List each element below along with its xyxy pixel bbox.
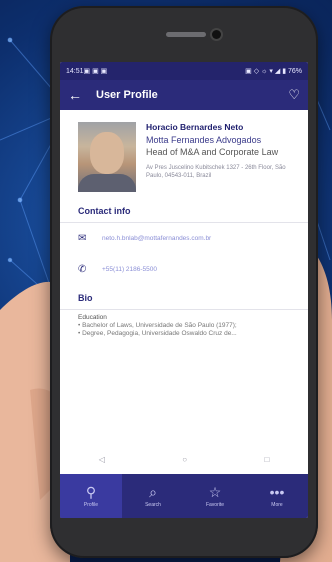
avatar-face <box>90 132 124 174</box>
app-bar: ← User Profile ♡ <box>60 80 308 110</box>
profile-name: Horacio Bernardes Neto <box>146 122 244 132</box>
tab-favorite[interactable]: ☆ Favorite <box>184 474 246 518</box>
bottom-tab-bar: ⚲ Profile ⌕ Search ☆ Favorite ••• More <box>60 474 308 518</box>
search-icon: ⌕ <box>149 484 157 500</box>
email-row[interactable]: ✉ neto.h.bnlab@mottafernandes.com.br <box>60 223 308 254</box>
profile-header: Horacio Bernardes Neto Motta Fernandes A… <box>60 110 308 198</box>
phone-icon: ✆ <box>78 264 87 275</box>
back-arrow-icon[interactable]: ← <box>68 87 88 103</box>
app-screen: 14:51 ▣ ▣ ▣ ▣ ◇ ☼ ▾ ◢ ▮ 76% ← User Profi… <box>60 62 308 518</box>
tab-more[interactable]: ••• More <box>246 474 308 518</box>
phone-value[interactable]: +55(11) 2186-5500 <box>102 266 157 273</box>
bio-text: Education • Bachelor of Laws, Universida… <box>60 310 308 342</box>
profile-address: Av Pres Juscelino Kubitschek 1327 - 26th… <box>146 165 286 179</box>
star-icon: ☆ <box>208 484 222 500</box>
status-icons-left: ▣ ▣ ▣ <box>83 68 108 75</box>
avatar <box>78 122 136 192</box>
tab-profile[interactable]: ⚲ Profile <box>60 474 122 518</box>
tab-label: More <box>271 502 283 508</box>
tab-label: Search <box>145 502 161 508</box>
bio-line-1: • Bachelor of Laws, Universidade de São … <box>78 322 237 329</box>
bio-label: Education <box>78 314 107 321</box>
profile-role: Head of M&A and Corporate Law <box>146 147 279 157</box>
mail-icon: ✉ <box>78 233 87 244</box>
tab-search[interactable]: ⌕ Search <box>122 474 184 518</box>
status-icons-right: ▣ ◇ ☼ ▾ ◢ ▮ 76% <box>245 68 302 75</box>
avatar-shirt <box>78 174 136 192</box>
contact-heading: Contact info <box>60 198 308 223</box>
bio-line-2: • Degree, Pedagogia, Universidade Oswald… <box>78 330 237 337</box>
nav-recents-icon[interactable]: □ <box>264 455 269 464</box>
more-icon: ••• <box>269 484 285 500</box>
tab-label: Profile <box>83 502 99 508</box>
profile-icon: ⚲ <box>85 484 97 500</box>
tab-label: Favorite <box>205 502 225 508</box>
page-title: User Profile <box>96 89 158 101</box>
status-bar: 14:51 ▣ ▣ ▣ ▣ ◇ ☼ ▾ ◢ ▮ 76% <box>60 62 308 80</box>
phone-row[interactable]: ✆ +55(11) 2186-5500 <box>60 254 308 285</box>
profile-company: Motta Fernandes Advogados <box>146 135 262 145</box>
nav-home-icon[interactable]: ○ <box>182 455 187 464</box>
phone-camera <box>212 30 221 39</box>
bio-heading: Bio <box>60 285 308 310</box>
email-value[interactable]: neto.h.bnlab@mottafernandes.com.br <box>102 235 211 242</box>
heart-icon[interactable]: ♡ <box>288 87 300 103</box>
phone-speaker <box>166 32 206 37</box>
profile-info: Horacio Bernardes Neto Motta Fernandes A… <box>136 122 300 192</box>
status-time: 14:51 <box>66 67 84 75</box>
system-nav: ◁ ○ □ <box>60 450 308 468</box>
nav-back-icon[interactable]: ◁ <box>99 455 105 464</box>
